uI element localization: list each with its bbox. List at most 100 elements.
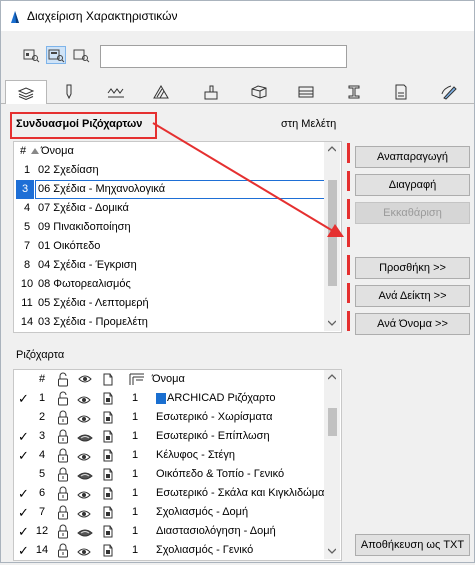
- layer-number: 5: [38, 468, 46, 480]
- tab-zones[interactable]: [381, 81, 421, 103]
- by-name-button[interactable]: Ανά Όνομα >>: [355, 313, 470, 335]
- visibility-eye-icon[interactable]: [77, 545, 91, 564]
- view-mode-button-1[interactable]: [21, 46, 41, 64]
- combo-list-item[interactable]: 14 03 Σχέδια - Προμελέτη: [14, 313, 324, 332]
- combo-list-item[interactable]: 10 08 Φωτορεαλισμός: [14, 275, 324, 294]
- checkmark-icon[interactable]: ✓: [18, 389, 30, 408]
- layers-scrollbar[interactable]: [324, 370, 340, 559]
- layers-list-header: # Όνομα: [14, 370, 324, 389]
- combo-number: 10: [20, 278, 34, 290]
- intersection-group: 1: [131, 430, 139, 442]
- window-title: Διαχείριση Χαρακτηριστικών: [27, 9, 178, 23]
- combo-number: 4: [23, 202, 31, 214]
- layer-list-item[interactable]: ✓ 6 1 Εσωτερικό - Σκάλα και Κιγκλιδώματα: [14, 484, 324, 503]
- visibility-column-icon[interactable]: [78, 374, 92, 384]
- tab-composites[interactable]: [286, 81, 326, 103]
- scroll-up-icon[interactable]: [328, 374, 336, 380]
- attribute-tabs: [1, 80, 474, 104]
- intersection-column-icon[interactable]: [129, 372, 145, 386]
- layers-scroll-thumb[interactable]: [328, 408, 337, 436]
- archicad-layer-icon: [156, 393, 166, 404]
- checkmark-icon[interactable]: ✓: [18, 484, 30, 503]
- tab-building-materials[interactable]: [239, 81, 279, 103]
- combo-list-item[interactable]: 11 05 Σχέδια - Λεπτομερή: [14, 294, 324, 313]
- annotation-dash: [347, 283, 350, 303]
- combo-name: 08 Φωτορεαλισμός: [38, 278, 131, 290]
- column-header-name[interactable]: Όνομα: [152, 370, 185, 389]
- tab-fills[interactable]: [141, 81, 181, 103]
- column-header-number[interactable]: #: [20, 142, 26, 161]
- combo-number: 14: [20, 316, 34, 328]
- intersection-group: 1: [131, 525, 139, 537]
- column-header-name[interactable]: Όνομα: [41, 142, 74, 161]
- layer-number: 14: [35, 544, 49, 556]
- combo-name: 09 Πινακιδοποίηση: [38, 221, 131, 233]
- tab-pens[interactable]: [49, 81, 89, 103]
- layer-list-item[interactable]: ✓ 7 1 Σχολιασμός - Δομή: [14, 503, 324, 522]
- checkmark-icon[interactable]: ✓: [18, 446, 30, 465]
- scroll-down-icon[interactable]: [328, 320, 336, 326]
- delete-button[interactable]: Διαγραφή: [355, 174, 470, 196]
- layer-list-item[interactable]: ✓ 4 1 Κέλυφος - Στέγη: [14, 446, 324, 465]
- combo-name: 01 Οικόπεδο: [38, 240, 101, 252]
- layer-view-icon: [23, 49, 40, 63]
- fill-tab-icon: [153, 85, 169, 99]
- layers-heading: Ριζόχαρτα: [16, 349, 65, 361]
- annotation-dash: [347, 311, 350, 331]
- purge-button[interactable]: Εκκαθάριση: [355, 202, 470, 224]
- surface-tab-icon: [204, 85, 218, 100]
- layer-list-item[interactable]: 5 1 Οικόπεδο & Τοπίο - Γενικό: [14, 465, 324, 484]
- intersection-group: 1: [131, 468, 139, 480]
- lock-column-icon[interactable]: [57, 372, 69, 387]
- layer-list-item[interactable]: 2 1 Εσωτερικό - Χωρίσματα: [14, 408, 324, 427]
- tab-graphic-overrides[interactable]: [429, 81, 469, 103]
- layer-name: Διαστασιολόγηση - Δομή: [156, 525, 276, 537]
- building-material-tab-icon: [251, 85, 267, 99]
- zone-tab-icon: [395, 84, 407, 100]
- combo-number: 7: [23, 240, 31, 252]
- annotation-dash: [347, 255, 350, 275]
- view-mode-button-2[interactable]: [46, 46, 66, 64]
- column-header-number[interactable]: #: [39, 370, 45, 389]
- layer-list-item[interactable]: ✓ 14 1 Σχολιασμός - Γενικό: [14, 541, 324, 560]
- layer-number: 6: [38, 487, 46, 499]
- layer-list-item[interactable]: ✓ 1 1 ARCHICAD Ριζόχαρτο: [14, 389, 324, 408]
- layer-number: 1: [38, 392, 46, 404]
- search-input[interactable]: [100, 45, 347, 68]
- view-mode-button-3[interactable]: [71, 46, 91, 64]
- layer-list-item[interactable]: ✓ 3 1 Εσωτερικό - Επίπλωση: [14, 427, 324, 446]
- tab-surfaces[interactable]: [191, 81, 231, 103]
- combo-name: 02 Σχεδίαση: [38, 164, 99, 176]
- by-index-button[interactable]: Ανά Δείκτη >>: [355, 285, 470, 307]
- tab-layers[interactable]: [5, 80, 47, 104]
- intersection-group: 1: [131, 411, 139, 423]
- layer-number: 3: [38, 430, 46, 442]
- add-button[interactable]: Προσθήκη >>: [355, 257, 470, 279]
- combo-list-item[interactable]: 8 04 Σχέδια - Έγκριση: [14, 256, 324, 275]
- archicad-app-icon: [11, 11, 19, 23]
- wireframe-column-icon[interactable]: [102, 372, 114, 386]
- wireframe-icon[interactable]: [102, 543, 114, 564]
- layer-list-item[interactable]: ✓ 12 1 Διαστασιολόγηση - Δομή: [14, 522, 324, 541]
- layers-list[interactable]: # Όνομα ✓ 1 1 ARCHICAD Ριζόχαρτο 2 1 Εσωτερικό…: [13, 369, 342, 561]
- intersection-group: 1: [131, 506, 139, 518]
- checkmark-icon[interactable]: ✓: [18, 503, 30, 522]
- regenerate-button[interactable]: Αναπαραγωγή: [355, 146, 470, 168]
- layer-name: Σχολιασμός - Γενικό: [156, 544, 254, 556]
- layer-name: ARCHICAD Ριζόχαρτο: [167, 392, 276, 404]
- save-as-txt-button[interactable]: Αποθήκευση ως TXT: [355, 534, 470, 556]
- graphic-override-tab-icon: [441, 85, 457, 100]
- intersection-group: 1: [131, 487, 139, 499]
- layer-number: 12: [35, 525, 49, 537]
- layer-view-search-icon: [73, 49, 90, 63]
- layer-name: Εσωτερικό - Επίπλωση: [156, 430, 270, 442]
- scroll-down-icon[interactable]: [328, 548, 336, 554]
- layer-name: Εσωτερικό - Σκάλα και Κιγκλιδώματα: [156, 487, 324, 499]
- checkmark-icon[interactable]: ✓: [18, 427, 30, 446]
- tab-profiles[interactable]: [334, 81, 374, 103]
- tab-lines[interactable]: [96, 81, 136, 103]
- lock-icon[interactable]: [57, 543, 69, 565]
- checkmark-icon[interactable]: ✓: [18, 522, 30, 541]
- checkmark-icon[interactable]: ✓: [18, 541, 30, 560]
- line-tab-icon: [107, 88, 124, 98]
